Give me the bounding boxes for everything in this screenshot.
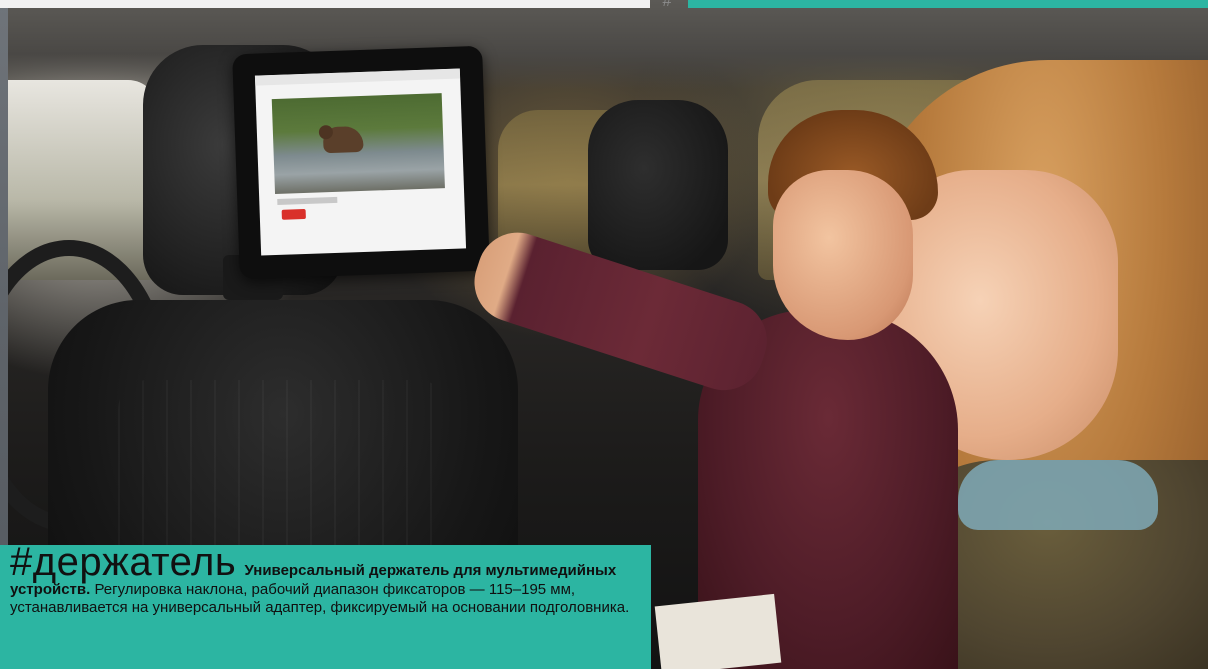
tablet-screen (254, 68, 467, 256)
girl-collar (958, 460, 1158, 530)
tablet-device (232, 45, 490, 280)
boy-face (773, 170, 913, 340)
tablet-subscribe-button (281, 208, 306, 220)
tablet-video-title (277, 196, 338, 205)
top-accent-bar (688, 0, 1208, 8)
book (654, 593, 782, 669)
tablet-browser-bar (254, 68, 461, 86)
caption-hashtag: #держатель (10, 540, 237, 584)
top-hash-mark: # (662, 0, 672, 10)
tablet-video-bear (271, 93, 445, 195)
product-caption: #держатель Универсальный держатель для м… (10, 542, 650, 618)
top-white-bar (0, 0, 650, 8)
passenger-headrest (588, 100, 728, 270)
boy-figure (698, 110, 958, 669)
caption-body: Регулировка наклона, рабочий диапазон фи… (10, 580, 630, 617)
